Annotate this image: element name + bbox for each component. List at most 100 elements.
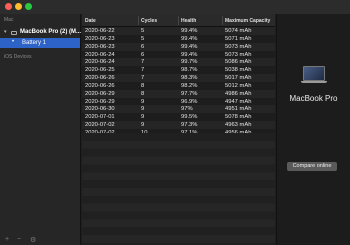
cycles-cell: 5 xyxy=(141,28,145,34)
column-divider xyxy=(138,16,139,25)
date-cell: 2020-06-26 xyxy=(85,82,115,89)
table-row[interactable]: 2020-06-23 5 99.4% 5071 mAh xyxy=(82,34,275,43)
capacity-cell: 4947 mAh xyxy=(225,98,252,105)
capacity-cell: 4951 mAh xyxy=(225,106,252,113)
date-cell: 2020-06-29 xyxy=(85,90,115,97)
battery-label: Battery 1 xyxy=(22,40,47,46)
table-row[interactable]: 2020-06-23 6 99.4% 5073 mAh xyxy=(82,42,275,51)
close-window-button[interactable] xyxy=(5,3,12,10)
remove-icon[interactable]: − xyxy=(17,236,21,243)
laptop-base xyxy=(301,81,327,83)
capacity-cell: 4986 mAh xyxy=(225,90,252,97)
health-cell: 99.4% xyxy=(181,35,198,42)
device-name: MacBook Pro (2) (M... xyxy=(20,29,82,35)
cycles-cell: 7 xyxy=(141,67,145,74)
column-header-cycles[interactable]: Cycles xyxy=(141,18,157,24)
cycles-cell: 7 xyxy=(141,59,145,66)
cycles-cell: 9 xyxy=(141,122,145,129)
table-row[interactable]: 2020-06-24 6 99.4% 5073 mAh xyxy=(82,50,275,59)
date-cell: 2020-06-24 xyxy=(85,51,115,58)
sidebar-item-device[interactable]: ▾ MacBook Pro (2) (M... xyxy=(0,28,82,38)
table-row[interactable]: 2020-06-25 7 98.7% 5038 mAh xyxy=(82,66,275,75)
health-cell: 98.3% xyxy=(181,75,198,82)
empty-table-area xyxy=(82,133,275,245)
zoom-window-button[interactable] xyxy=(25,3,32,10)
settings-icon[interactable]: ⚙ xyxy=(30,236,36,244)
date-cell: 2020-06-26 xyxy=(85,75,115,82)
health-cell: 99.4% xyxy=(181,43,198,50)
capacity-cell: 5086 mAh xyxy=(225,59,252,66)
add-icon[interactable]: + xyxy=(5,236,9,243)
cycles-cell: 9 xyxy=(141,114,145,121)
cycles-cell: 9 xyxy=(141,106,145,113)
column-divider xyxy=(222,16,223,25)
table-row[interactable]: 2020-06-30 9 97% 4951 mAh xyxy=(82,105,275,114)
date-cell: 2020-07-01 xyxy=(85,114,115,121)
health-cell: 99.4% xyxy=(181,51,198,58)
health-cell: 96.9% xyxy=(181,98,198,105)
cycles-cell: 5 xyxy=(141,35,145,42)
health-cell: 99.7% xyxy=(181,59,198,66)
sidebar-toolbar: + − ⚙ xyxy=(0,235,80,245)
date-cell: 2020-06-29 xyxy=(85,98,115,105)
cycles-cell: 9 xyxy=(141,98,145,105)
date-cell: 2020-07-02 xyxy=(85,122,115,129)
history-table: Date Cycles Health Maximum Capacity 2020… xyxy=(82,14,275,245)
date-cell: 2020-06-25 xyxy=(85,67,115,74)
health-cell: 98.2% xyxy=(181,82,198,89)
table-header: Date Cycles Health Maximum Capacity xyxy=(82,14,275,27)
health-cell: 98.7% xyxy=(181,67,198,74)
capacity-cell: 5012 mAh xyxy=(225,82,252,89)
date-cell: 2020-06-24 xyxy=(85,59,115,66)
laptop-icon xyxy=(11,31,17,35)
date-cell: 2020-06-23 xyxy=(85,35,115,42)
capacity-cell: 5017 mAh xyxy=(225,75,252,82)
cycles-cell: 8 xyxy=(141,82,145,89)
table-row[interactable]: 2020-07-01 9 99.5% 5078 mAh xyxy=(82,113,275,122)
date-cell: 2020-06-22 xyxy=(85,28,115,34)
health-cell: 99.5% xyxy=(181,114,198,121)
detail-panel: MacBook Pro Compare online xyxy=(276,14,350,245)
capacity-cell: 5074 mAh xyxy=(225,28,252,34)
battery-icon: • xyxy=(12,39,15,45)
laptop-screen xyxy=(303,66,325,81)
sidebar: Mac ▾ MacBook Pro (2) (M... • Battery 1 … xyxy=(0,14,81,245)
cycles-cell: 8 xyxy=(141,90,145,97)
capacity-cell: 5073 mAh xyxy=(225,43,252,50)
cycles-cell: 7 xyxy=(141,75,145,82)
disclosure-triangle-icon[interactable]: ▾ xyxy=(4,29,7,35)
column-divider xyxy=(178,16,179,25)
capacity-cell: 5078 mAh xyxy=(225,114,252,121)
capacity-cell: 5073 mAh xyxy=(225,51,252,58)
table-row[interactable]: 2020-06-29 8 97.7% 4986 mAh xyxy=(82,89,275,98)
health-cell: 97.7% xyxy=(181,90,198,97)
capacity-cell: 4963 mAh xyxy=(225,122,252,129)
table-row[interactable]: 2020-06-29 9 96.9% 4947 mAh xyxy=(82,97,275,106)
capacity-cell: 5071 mAh xyxy=(225,35,252,42)
compare-online-button[interactable]: Compare online xyxy=(287,162,337,171)
sidebar-item-battery[interactable]: • Battery 1 xyxy=(0,38,80,48)
macbook-image xyxy=(301,66,327,84)
health-cell: 97% xyxy=(181,106,193,113)
table-row[interactable]: 2020-06-26 7 98.3% 5017 mAh xyxy=(82,74,275,82)
column-header-health[interactable]: Health xyxy=(181,18,196,24)
section-label-ios-devices: iOS Devices xyxy=(4,54,32,60)
date-cell: 2020-06-23 xyxy=(85,43,115,50)
health-cell: 97.3% xyxy=(181,122,198,129)
window-titlebar xyxy=(0,0,350,14)
health-cell: 99.4% xyxy=(181,28,198,34)
model-name: MacBook Pro xyxy=(289,94,338,103)
table-row[interactable]: 2020-06-22 5 99.4% 5074 mAh xyxy=(82,27,275,35)
table-rows: 2020-06-22 5 99.4% 5074 mAh 2020-06-23 5 99.4… xyxy=(82,27,275,137)
table-row[interactable]: 2020-06-24 7 99.7% 5086 mAh xyxy=(82,58,275,67)
section-label-mac: Mac xyxy=(4,17,14,23)
column-header-date[interactable]: Date xyxy=(85,18,96,24)
table-row[interactable]: 2020-06-26 8 98.2% 5012 mAh xyxy=(82,81,275,90)
cycles-cell: 6 xyxy=(141,51,145,58)
cycles-cell: 6 xyxy=(141,43,145,50)
capacity-cell: 5038 mAh xyxy=(225,67,252,74)
column-header-maximum-capacity[interactable]: Maximum Capacity xyxy=(225,18,270,24)
date-cell: 2020-06-30 xyxy=(85,106,115,113)
table-row[interactable]: 2020-07-02 9 97.3% 4963 mAh xyxy=(82,121,275,129)
minimize-window-button[interactable] xyxy=(15,3,22,10)
